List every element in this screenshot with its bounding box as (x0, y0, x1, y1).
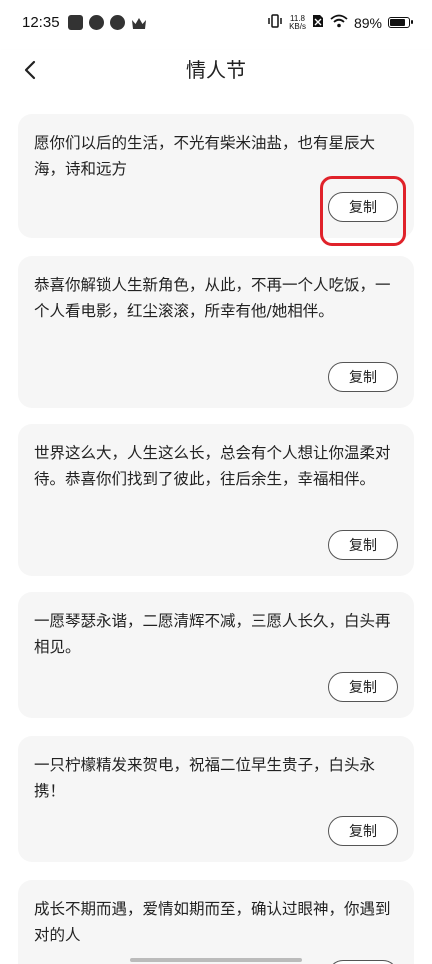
blessing-list[interactable]: 愿你们以后的生活，不光有柴米油盐，也有星辰大海，诗和远方 复制 恭喜你解锁人生新… (0, 96, 432, 964)
blessing-text: 成长不期而遇，爱情如期而至，确认过眼神，你遇到对的人 (34, 900, 391, 944)
blessing-text: 恭喜你解锁人生新角色，从此，不再一个人吃饭，一个人看电影，红尘滚滚，所幸有他/她… (34, 276, 391, 320)
list-item: 恭喜你解锁人生新角色，从此，不再一个人吃饭，一个人看电影，红尘滚滚，所幸有他/她… (18, 256, 414, 408)
crown-icon (131, 17, 147, 30)
wifi-icon (330, 14, 348, 31)
app-icon (89, 15, 104, 30)
list-item: 一愿琴瑟永谐，二愿清辉不减，三愿人长久，白头再相见。 复制 (18, 592, 414, 718)
sim-off-icon (312, 14, 324, 31)
list-item: 世界这么大，人生这么长，总会有个人想让你温柔对待。恭喜你们找到了彼此，往后余生，… (18, 424, 414, 576)
status-right: 11.8 KB/s 89% (267, 14, 413, 31)
copy-button[interactable]: 复制 (328, 192, 398, 222)
status-time: 12:35 (22, 14, 60, 31)
wechat-icon (110, 15, 125, 30)
list-item: 一只柠檬精发来贺电，祝福二位早生贵子，白头永携！ 复制 (18, 736, 414, 862)
blessing-text: 世界这么大，人生这么长，总会有个人想让你温柔对待。恭喜你们找到了彼此，往后余生，… (34, 444, 391, 488)
vibrate-icon (267, 14, 283, 31)
app-icon (68, 15, 83, 30)
blessing-text: 愿你们以后的生活，不光有柴米油盐，也有星辰大海，诗和远方 (34, 134, 376, 178)
notification-icons (68, 15, 147, 30)
blessing-text: 一愿琴瑟永谐，二愿清辉不减，三愿人长久，白头再相见。 (34, 612, 391, 656)
page-title: 情人节 (186, 58, 246, 82)
copy-button[interactable]: 复制 (328, 816, 398, 846)
battery-fill (390, 19, 406, 26)
status-bar: 12:35 11.8 KB/s 89% (0, 0, 432, 50)
blessing-text: 一只柠檬精发来贺电，祝福二位早生贵子，白头永携！ (34, 756, 376, 800)
network-speed: 11.8 KB/s (289, 14, 306, 31)
battery-icon (388, 17, 413, 28)
net-speed-unit: KB/s (289, 21, 306, 31)
copy-button[interactable]: 复制 (328, 672, 398, 702)
copy-button[interactable]: 复制 (328, 530, 398, 560)
home-indicator[interactable] (130, 958, 302, 962)
battery-percent: 89% (353, 14, 382, 31)
header: 情人节 (0, 50, 432, 96)
copy-button[interactable]: 复制 (328, 362, 398, 392)
list-item: 成长不期而遇，爱情如期而至，确认过眼神，你遇到对的人 复制 (18, 880, 414, 964)
list-item: 愿你们以后的生活，不光有柴米油盐，也有星辰大海，诗和远方 复制 (18, 114, 414, 238)
copy-button[interactable]: 复制 (328, 960, 398, 964)
